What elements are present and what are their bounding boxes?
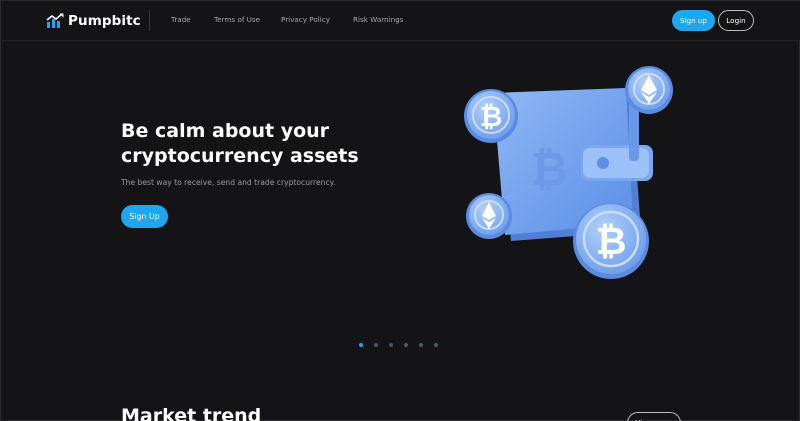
- carousel-dot[interactable]: [374, 343, 378, 347]
- header-divider: [149, 10, 150, 31]
- carousel-dot[interactable]: [404, 343, 408, 347]
- bitcoin-coin-icon: ₿: [573, 203, 649, 279]
- bitcoin-coin-icon: ₿: [464, 89, 518, 143]
- login-button[interactable]: Login: [718, 10, 754, 31]
- hero-title-line-2: cryptocurrency assets: [121, 145, 359, 167]
- carousel-dot[interactable]: [434, 343, 438, 347]
- nav-item-trade[interactable]: Trade: [171, 15, 191, 24]
- brand-name: Pumpbitc: [68, 13, 141, 29]
- market-trend-title: Market trend: [121, 405, 262, 421]
- nav-item-risk-warnings[interactable]: Risk Warnings: [353, 15, 403, 24]
- signup-button[interactable]: Sign up: [672, 10, 715, 31]
- carousel-dot[interactable]: [419, 343, 423, 347]
- hero-subtitle: The best way to receive, send and trade …: [121, 178, 336, 187]
- nav-item-privacy-policy[interactable]: Privacy Policy: [281, 15, 330, 24]
- hero-title: Be calm about your cryptocurrency assets: [121, 119, 381, 169]
- hero-title-line-1: Be calm about your: [121, 120, 330, 142]
- bitcoin-wallet-illustration: ₿ ₿ ₿: [464, 66, 673, 279]
- hero-signup-button[interactable]: Sign Up: [121, 205, 168, 228]
- nav-item-terms-of-use[interactable]: Terms of Use: [214, 15, 260, 24]
- ethereum-coin-icon: [466, 193, 512, 239]
- carousel-dot[interactable]: [359, 343, 363, 347]
- brand-logo[interactable]: Pumpbitc: [46, 11, 141, 31]
- svg-text:₿: ₿: [596, 219, 627, 263]
- bitcoin-symbol-icon: ₿: [530, 142, 568, 196]
- carousel-dot[interactable]: [389, 343, 393, 347]
- view-more-button[interactable]: View more: [627, 412, 681, 421]
- svg-text:₿: ₿: [480, 100, 503, 133]
- chart-logo-icon: [46, 13, 64, 28]
- top-nav-bar: Pumpbitc Trade Terms of Use Privacy Poli…: [1, 1, 800, 41]
- carousel-pagination: [359, 343, 438, 347]
- ethereum-coin-icon: [625, 66, 673, 114]
